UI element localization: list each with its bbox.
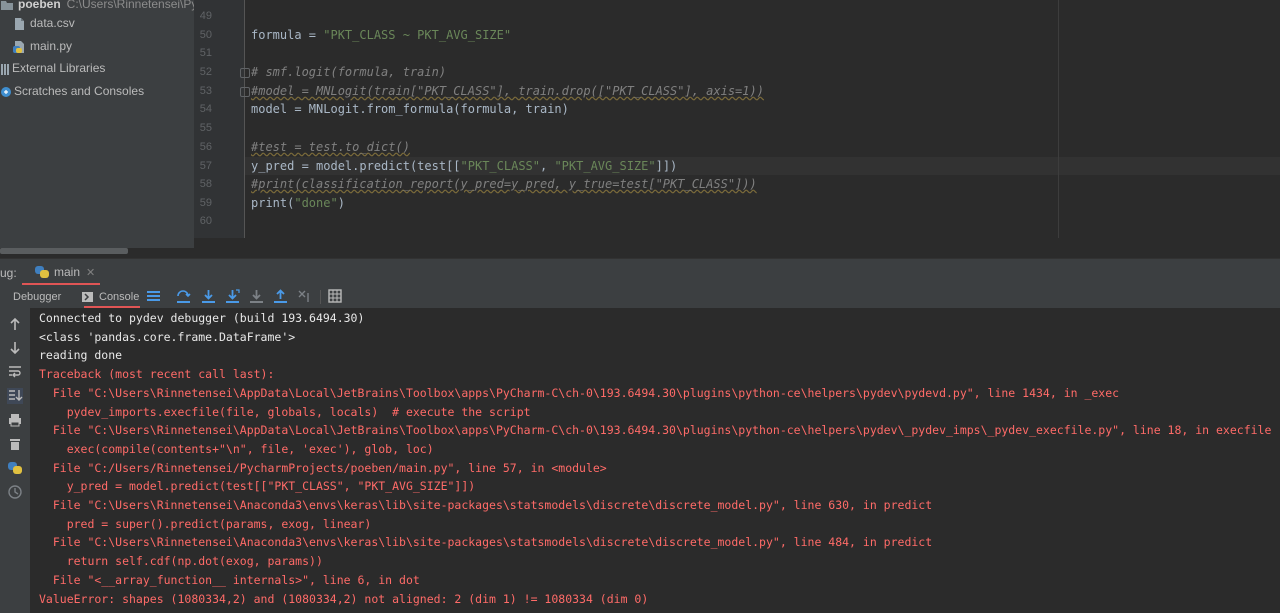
string-literal: "PKT_AVG_SIZE" bbox=[554, 159, 656, 173]
tab-debugger[interactable]: Debugger bbox=[13, 289, 61, 305]
debug-session-tab-main[interactable]: main ✕ bbox=[22, 259, 100, 285]
console-error-line: File "C:\Users\Rinnetensei\Anaconda3\env… bbox=[39, 498, 933, 512]
python-icon bbox=[34, 264, 50, 280]
console-line: <class 'pandas.core.frame.DataFrame'> bbox=[39, 329, 296, 344]
line-number: 59 bbox=[199, 197, 212, 209]
right-margin-guide bbox=[1058, 0, 1059, 238]
code-line[interactable]: #model = MNLogit(train["PKT_CLASS"], tra… bbox=[251, 82, 764, 101]
tree-item-data-csv[interactable]: data.csv bbox=[12, 12, 75, 34]
code-token: ]]) bbox=[655, 159, 678, 173]
line-number: 57 bbox=[199, 160, 212, 172]
console-error-line: File "C:\Users\Rinnetensei\AppData\Local… bbox=[39, 385, 1120, 400]
down-arrow-icon[interactable] bbox=[7, 340, 23, 356]
console-error-line: File "C:\Users\Rinnetensei\Anaconda3\env… bbox=[39, 535, 933, 550]
line-number: 56 bbox=[199, 141, 212, 153]
console-error-line: ValueError: shapes (1080334,2) and (1080… bbox=[39, 591, 649, 606]
tab-console[interactable]: Console bbox=[82, 289, 139, 305]
code-editor[interactable]: 49 50 51 52 53 54 55 56 57 58 59 60 form… bbox=[194, 0, 1280, 238]
console-error-line: Traceback (most recent call last): bbox=[39, 367, 275, 382]
project-tree: poeben C:\Users\Rinnetensei\PycharmProje… bbox=[0, 0, 194, 248]
code-line[interactable]: y_pred = model.predict(test[["PKT_CLASS"… bbox=[251, 157, 677, 176]
fold-marker-icon[interactable] bbox=[240, 87, 250, 97]
debug-side-toolbar bbox=[0, 308, 30, 613]
hamburger-menu-icon[interactable] bbox=[146, 289, 161, 304]
scroll-to-end-icon[interactable] bbox=[7, 388, 23, 404]
code-line[interactable]: formula = "PKT_CLASS ~ PKT_AVG_SIZE" bbox=[251, 26, 511, 45]
step-into-icon[interactable] bbox=[201, 289, 216, 304]
up-arrow-icon[interactable] bbox=[7, 316, 23, 332]
run-to-cursor-icon[interactable] bbox=[297, 289, 312, 304]
line-number: 53 bbox=[199, 85, 212, 97]
line-number: 60 bbox=[199, 215, 212, 227]
console-output[interactable]: Connected to pydev debugger (build 193.6… bbox=[30, 308, 1280, 613]
code-line[interactable]: print("done") bbox=[251, 194, 345, 213]
horizontal-scrollbar[interactable] bbox=[0, 248, 128, 254]
code-token: print( bbox=[251, 196, 295, 210]
console-error-line: pydev_imports.execfile(file, globals, lo… bbox=[39, 404, 531, 419]
line-number: 52 bbox=[199, 66, 212, 78]
string-literal: "PKT_CLASS ~ PKT_AVG_SIZE" bbox=[323, 28, 512, 42]
console-error-line: File "<__array_function__ internals>", l… bbox=[39, 572, 420, 587]
code-line[interactable]: model = MNLogit.from_formula(formula, tr… bbox=[251, 100, 569, 119]
step-into-my-code-icon[interactable] bbox=[225, 289, 240, 304]
string-literal: "PKT_CLASS" bbox=[460, 159, 540, 173]
python-file-icon bbox=[12, 39, 26, 53]
code-line[interactable]: # smf.logit(formula, train) bbox=[251, 63, 446, 82]
code-token: model = MNLogit.from_formula(formula, tr… bbox=[251, 102, 569, 116]
console-error-line: exec(compile(contents+"\n", file, 'exec'… bbox=[39, 441, 434, 456]
trash-icon[interactable] bbox=[7, 436, 23, 452]
console-error-line: File "C:/Users/Rinnetensei/PycharmProjec… bbox=[39, 460, 607, 475]
tree-item-label: data.csv bbox=[30, 16, 75, 30]
tab-debugger-label: Debugger bbox=[13, 291, 62, 303]
debug-toolbar: Debugger Console bbox=[0, 285, 1280, 308]
console-icon bbox=[82, 291, 94, 303]
print-icon[interactable] bbox=[7, 412, 23, 428]
tree-item-main-py[interactable]: main.py bbox=[12, 35, 72, 57]
fold-marker-icon[interactable] bbox=[240, 68, 250, 78]
python-console-icon[interactable] bbox=[7, 460, 23, 476]
code-line[interactable]: #print(classification_report(y_pred=y_pr… bbox=[251, 175, 757, 194]
console-line: Connected to pydev debugger (build 193.6… bbox=[39, 311, 365, 325]
close-icon[interactable]: ✕ bbox=[86, 266, 95, 279]
console-error-line: y_pred = model.predict(test[["PKT_CLASS"… bbox=[39, 479, 476, 494]
csv-file-icon bbox=[12, 16, 26, 30]
line-number: 54 bbox=[199, 103, 212, 115]
code-token: , bbox=[540, 159, 555, 173]
line-number: 58 bbox=[199, 178, 212, 190]
string-literal: "done" bbox=[294, 196, 338, 210]
folder-icon bbox=[0, 0, 14, 11]
scratches-icon bbox=[0, 84, 12, 98]
tab-console-label: Console bbox=[99, 291, 140, 303]
debug-label: ug: bbox=[0, 266, 17, 280]
console-line: reading done bbox=[39, 348, 123, 363]
tree-item-label: Scratches and Consoles bbox=[14, 84, 145, 98]
tree-item-label: main.py bbox=[30, 39, 73, 53]
line-number: 49 bbox=[199, 10, 212, 22]
line-number: 50 bbox=[199, 29, 212, 41]
soft-wrap-icon[interactable] bbox=[7, 364, 23, 380]
line-number: 55 bbox=[199, 122, 212, 134]
evaluate-expression-icon[interactable] bbox=[328, 289, 343, 304]
tree-item-external-libraries[interactable]: External Libraries bbox=[0, 57, 105, 79]
step-out-icon[interactable] bbox=[273, 289, 288, 304]
project-root-path: C:\Users\Rinnetensei\PycharmProjects\poe… bbox=[66, 0, 194, 11]
toolbar-separator bbox=[320, 290, 321, 304]
tree-item-label: External Libraries bbox=[12, 61, 106, 75]
history-clock-icon[interactable] bbox=[7, 484, 23, 500]
code-token: formula = bbox=[251, 28, 324, 42]
gutter-separator bbox=[244, 0, 245, 238]
console-error-line: pred = super().predict(params, exog, lin… bbox=[39, 516, 372, 531]
force-step-into-icon[interactable] bbox=[249, 289, 264, 304]
line-number: 51 bbox=[199, 47, 212, 59]
console-error-line: File "C:\Users\Rinnetensei\AppData\Local… bbox=[39, 423, 1272, 438]
console-error-line: return self.cdf(np.dot(exog, params)) bbox=[39, 554, 323, 569]
code-token: y_pred = model.predict(test[[ bbox=[251, 159, 461, 173]
debug-tool-window-header: ug: main ✕ bbox=[0, 259, 1280, 285]
session-tab-label: main bbox=[54, 265, 81, 279]
libraries-icon bbox=[0, 61, 10, 75]
tree-item-scratches[interactable]: Scratches and Consoles bbox=[0, 80, 144, 102]
code-token: ) bbox=[337, 196, 345, 210]
step-over-icon[interactable] bbox=[176, 289, 191, 304]
code-line[interactable]: #test = test.to_dict() bbox=[251, 138, 410, 157]
